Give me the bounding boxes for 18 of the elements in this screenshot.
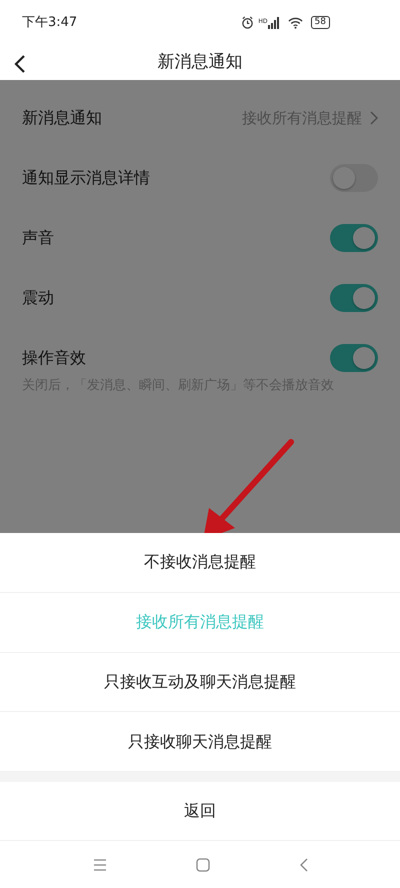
toggle-switch[interactable]	[330, 224, 378, 252]
wifi-icon	[288, 16, 303, 28]
setting-label: 操作音效	[22, 347, 86, 369]
setting-label: 声音	[22, 227, 54, 249]
setting-label: 新消息通知	[22, 107, 102, 129]
sheet-option[interactable]: 不接收消息提醒	[0, 533, 400, 593]
signal-icon	[268, 16, 280, 28]
status-time: 下午3:47	[22, 14, 78, 32]
toggle-switch[interactable]	[330, 284, 378, 312]
alarm-icon	[241, 16, 254, 29]
battery-indicator: 58	[310, 16, 330, 29]
setting-label: 通知显示消息详情	[22, 167, 150, 189]
page-title: 新消息通知	[158, 50, 242, 74]
back-icon[interactable]	[14, 54, 26, 74]
chevron-icon	[370, 111, 378, 125]
toggle-switch[interactable]	[330, 164, 378, 192]
toggle-switch[interactable]	[330, 344, 378, 372]
setting-label: 震动	[22, 287, 54, 309]
